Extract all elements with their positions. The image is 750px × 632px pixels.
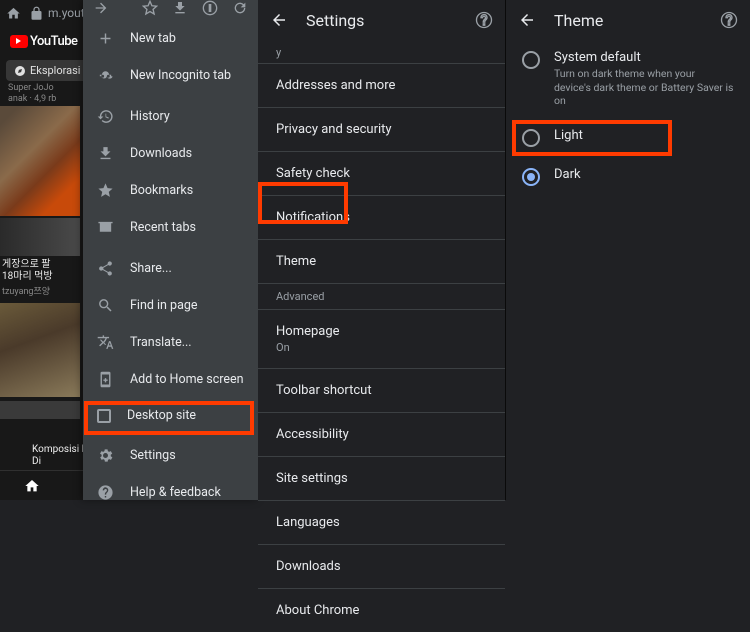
info-icon[interactable] [202, 0, 218, 16]
translate-icon [97, 334, 114, 351]
panel-theme: Theme System default Turn on dark theme … [506, 0, 750, 500]
menu-recent-tabs[interactable]: Recent tabs [83, 209, 258, 246]
incognito-icon [97, 67, 114, 84]
share-icon [97, 260, 114, 277]
url-text: m.yout [48, 6, 85, 20]
video-meta-1: Super JoJo anak · 4,9 rb [0, 81, 80, 105]
reload-icon[interactable] [232, 0, 248, 16]
menu-add-home[interactable]: Add to Home screen [83, 361, 258, 398]
video-thumb-4[interactable] [0, 401, 80, 419]
settings-title: Settings [306, 11, 457, 30]
youtube-logo[interactable]: YouTube [10, 34, 78, 49]
video-thumb-1[interactable] [0, 106, 80, 216]
theme-title: Theme [554, 11, 702, 30]
theme-option-dark[interactable]: Dark [506, 157, 750, 196]
bookmarks-star-icon [97, 182, 114, 199]
chrome-menu: New tab New Incognito tab History Downlo… [83, 0, 258, 500]
youtube-feed: 게장으로 팔18마리 먹방 tzuyang쯔양 [0, 104, 80, 470]
settings-item-privacy[interactable]: Privacy and security [258, 107, 505, 151]
video-channel-2: tzuyang쯔양 [0, 283, 80, 297]
panel-browser-youtube: m.yout YouTube Eksplorasi Super JoJo ana… [0, 0, 258, 500]
youtube-wordmark: YouTube [30, 34, 78, 49]
theme-header: Theme [506, 0, 750, 40]
settings-item-theme[interactable]: Theme [258, 239, 505, 283]
help-icon[interactable] [475, 11, 493, 29]
menu-history[interactable]: History [83, 98, 258, 135]
settings-item-downloads[interactable]: Downloads [258, 544, 505, 588]
settings-item-languages[interactable]: Languages [258, 500, 505, 544]
theme-option-light[interactable]: Light [506, 118, 750, 157]
back-icon[interactable] [518, 11, 536, 29]
menu-new-tab[interactable]: New tab [83, 20, 258, 57]
video-thumb-2[interactable] [0, 218, 80, 256]
menu-settings[interactable]: Settings [83, 437, 258, 474]
radio-icon [522, 129, 540, 147]
help-icon[interactable] [720, 11, 738, 29]
download-icon [97, 145, 114, 162]
settings-item-addresses[interactable]: Addresses and more [258, 63, 505, 107]
recent-tabs-icon [97, 219, 114, 236]
theme-option-sub: Turn on dark theme when your device's da… [554, 67, 734, 108]
download-icon[interactable] [172, 0, 188, 16]
menu-downloads[interactable]: Downloads [83, 135, 258, 172]
compass-icon [14, 65, 26, 77]
menu-new-incognito[interactable]: New Incognito tab [83, 57, 258, 94]
theme-option-label: System default [554, 50, 734, 65]
menu-help[interactable]: Help & feedback [83, 474, 258, 511]
chrome-menu-top-actions [83, 0, 258, 16]
menu-translate[interactable]: Translate... [83, 324, 258, 361]
settings-item-site[interactable]: Site settings [258, 456, 505, 500]
menu-desktop-site[interactable]: Desktop site [83, 398, 258, 433]
plus-icon [97, 30, 114, 47]
settings-item-safety[interactable]: Safety check [258, 151, 505, 195]
add-home-icon [97, 371, 114, 388]
lock-icon [29, 6, 44, 21]
help-icon [97, 484, 114, 501]
explore-label: Eksplorasi [30, 64, 80, 77]
back-icon[interactable] [270, 11, 288, 29]
settings-item-homepage[interactable]: HomepageOn [258, 309, 505, 368]
radio-icon [522, 51, 540, 69]
settings-item-partial: y [258, 40, 505, 63]
menu-bookmarks[interactable]: Bookmarks [83, 172, 258, 209]
video-title-2: 게장으로 팔18마리 먹방 [0, 256, 80, 283]
gear-icon [97, 447, 114, 464]
video-thumb-3[interactable] [0, 303, 80, 397]
forward-icon[interactable] [93, 0, 109, 16]
youtube-play-icon [10, 35, 28, 48]
menu-find-in-page[interactable]: Find in page [83, 287, 258, 324]
star-icon[interactable] [142, 0, 158, 16]
find-icon [97, 297, 114, 314]
settings-item-accessibility[interactable]: Accessibility [258, 412, 505, 456]
radio-icon-selected [522, 168, 540, 186]
theme-option-system[interactable]: System default Turn on dark theme when y… [506, 40, 750, 118]
nav-home-icon[interactable] [24, 478, 40, 494]
history-icon [97, 108, 114, 125]
settings-section-advanced: Advanced [258, 283, 505, 309]
settings-item-toolbar[interactable]: Toolbar shortcut [258, 368, 505, 412]
menu-share[interactable]: Share... [83, 250, 258, 287]
theme-option-label: Light [554, 128, 583, 143]
settings-item-about[interactable]: About Chrome [258, 588, 505, 632]
settings-item-notifications[interactable]: Notifications [258, 195, 505, 239]
checkbox-icon [97, 409, 111, 423]
settings-header: Settings [258, 0, 505, 40]
home-icon[interactable] [6, 6, 21, 21]
explore-chip[interactable]: Eksplorasi [6, 60, 88, 81]
panel-settings: Settings y Addresses and more Privacy an… [258, 0, 506, 500]
theme-option-label: Dark [554, 167, 581, 182]
